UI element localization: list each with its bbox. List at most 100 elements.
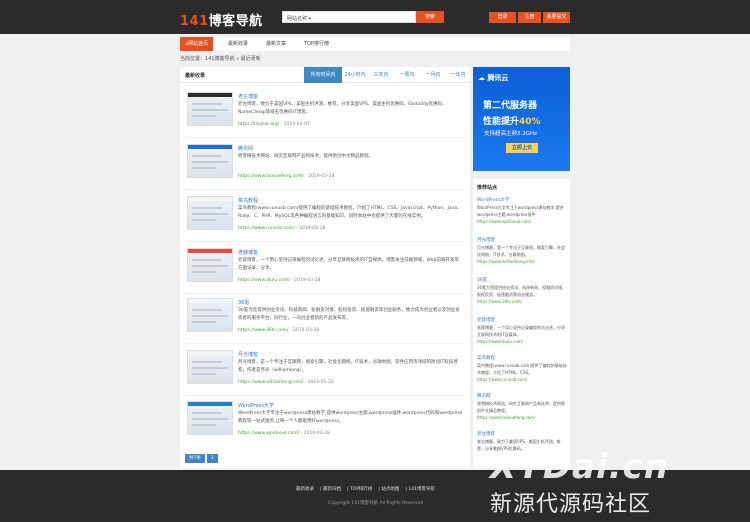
item-url[interactable]: https://www.wpdaxue.com/ bbox=[238, 431, 299, 436]
side-item: 老薛博客老薛博客，一个用心坚持记录编程的试论述，分享互联网技术的IT自媒体。 ht… bbox=[477, 317, 567, 344]
ad-subheadline: 性能提升40% bbox=[483, 114, 541, 127]
search-input[interactable]: 网站名称 ▾ bbox=[282, 11, 416, 23]
item-title[interactable]: 菜鸟教程 bbox=[238, 197, 258, 204]
side-item-title[interactable]: 老左博客 bbox=[477, 431, 567, 437]
divider bbox=[185, 395, 465, 396]
item-title[interactable]: 老薛博客 bbox=[238, 249, 258, 256]
item-date: - 2019-03-28 bbox=[300, 431, 330, 436]
side-item-title[interactable]: 36氪 bbox=[477, 277, 567, 283]
item-url[interactable]: https://www.ibulu.com/ bbox=[238, 278, 290, 283]
side-item-title[interactable]: 老薛博客 bbox=[477, 317, 567, 323]
item-title[interactable]: 老左博客 bbox=[238, 93, 258, 100]
side-item-desc: 菜鸟教程(www.runoob.com)提供了编程的基础技术教程，介绍了HTML… bbox=[477, 363, 567, 375]
ad-highlight: 40% bbox=[519, 117, 541, 127]
top-header: 141博客导航 网站名称 ▾ 搜索 登录 注册 我要提交 bbox=[0, 0, 750, 34]
side-item-title[interactable]: WordPress大学 bbox=[477, 197, 567, 203]
item-date: - 2019-03-28 bbox=[304, 380, 334, 385]
site-thumbnail[interactable] bbox=[187, 401, 233, 435]
tab-all-time[interactable]: 所有时间内 bbox=[304, 67, 342, 83]
item-url[interactable]: https://www.36kr.com/ bbox=[238, 328, 289, 333]
item-description: WordPress大学专注于wordpress建站教学,提供wordpress主… bbox=[238, 411, 463, 424]
divider bbox=[185, 137, 465, 138]
item-title[interactable]: WordPress大学 bbox=[238, 402, 274, 409]
divider bbox=[185, 343, 465, 344]
tab-24h[interactable]: 24小时内 bbox=[342, 67, 368, 83]
watermark-title: 新源代源码社区 bbox=[490, 492, 652, 517]
item-url[interactable]: https://www.williamlong.info/ bbox=[238, 380, 303, 385]
divider bbox=[185, 189, 465, 190]
side-item-title[interactable]: 月光博客 bbox=[477, 237, 567, 243]
item-date: - 2019-03-28 bbox=[291, 278, 321, 283]
footer-link-top[interactable]: TOP排行榜 bbox=[350, 487, 373, 492]
watermark-domain: XYDai.cn bbox=[490, 447, 669, 487]
side-item: 菜鸟教程菜鸟教程(www.runoob.com)提供了编程的基础技术教程，介绍了… bbox=[477, 355, 567, 382]
login-button[interactable]: 登录 bbox=[489, 12, 516, 23]
side-item-desc: WordPress大学专注于wordpress建站教学,提供wordpress主… bbox=[477, 205, 564, 217]
main-nav: ⌂网站首页 最新收录 最新文章 TOP排行榜 bbox=[180, 37, 570, 51]
tab-month[interactable]: 一月内 bbox=[420, 67, 446, 83]
site-thumbnail[interactable] bbox=[187, 248, 233, 282]
page-total: 共7条 bbox=[185, 454, 205, 463]
side-item-url[interactable]: https://www.laoxuefeng.com/ bbox=[477, 415, 567, 420]
site-thumbnail[interactable] bbox=[187, 144, 233, 178]
side-item-desc: 老薛博客，一个用心坚持记录编程的试论述，分享互联网技术的IT自媒体。 bbox=[477, 325, 565, 337]
submit-site-button[interactable]: 我要提交 bbox=[543, 12, 570, 23]
side-item-url[interactable]: https://www.runoob.com/ bbox=[477, 377, 567, 382]
item-description: 月光博客，是一个专注于互联网，搜索引擎，社会化网络，IT技术，谷歌地图，软件应用… bbox=[238, 360, 458, 373]
side-item-url[interactable]: https://www.williamlong.info/ bbox=[477, 259, 567, 264]
item-url[interactable]: https://www.runoob.com/ bbox=[238, 226, 295, 231]
side-item-url[interactable]: https://www.ibulu.com/ bbox=[477, 339, 567, 344]
item-title[interactable]: 腾讯网 bbox=[238, 145, 253, 152]
item-description: 老左博客，致力于美国VPS、美国主机评测，推荐，分享美国VPS、美国主机优惠码、… bbox=[238, 102, 447, 115]
footer-link-sitemap[interactable]: 站点地图 bbox=[381, 487, 399, 492]
divider bbox=[185, 293, 465, 294]
item-title[interactable]: 36氪 bbox=[238, 299, 249, 306]
nav-item-articles[interactable]: 最新文章 bbox=[266, 37, 286, 51]
register-button[interactable]: 注册 bbox=[518, 12, 541, 23]
site-thumbnail[interactable] bbox=[187, 298, 233, 332]
footer-link-archive[interactable]: 最新归档 bbox=[323, 487, 341, 492]
footer-link-latest[interactable]: 最新收录 bbox=[296, 487, 314, 492]
search-button[interactable]: 搜索 bbox=[416, 11, 444, 23]
side-item-url[interactable]: https://www.36kr.com/ bbox=[477, 299, 567, 304]
pagination: 共7条 1 bbox=[185, 454, 220, 463]
tab-week[interactable]: 一周内 bbox=[394, 67, 420, 83]
side-item-url[interactable]: https://www.wpdaxue.com/ bbox=[477, 219, 567, 224]
copyright: Copyright 141博客导航 All Rights Reserved bbox=[328, 501, 424, 506]
nav-item-home[interactable]: ⌂网站首页 bbox=[180, 37, 214, 51]
ad-tagline: 支持超高主频3.2GHz bbox=[484, 131, 538, 137]
side-item-title[interactable]: 菜鸟教程 bbox=[477, 355, 567, 361]
cloud-icon: ☁ bbox=[478, 74, 485, 82]
logo-text: 博客导航 bbox=[208, 14, 263, 29]
page-number[interactable]: 1 bbox=[206, 454, 218, 463]
ad-brand: ☁ 腾讯云 bbox=[478, 73, 508, 83]
item-date: - 2019-04-01 bbox=[280, 122, 310, 127]
item-url[interactable]: https://www.laoxuefeng.com/ bbox=[238, 174, 304, 179]
item-description: 菜鸟教程(www.runoob.com)提供了编程的基础技术教程，介绍了HTML… bbox=[238, 206, 462, 219]
tencent-cloud-ad[interactable]: ☁ 腾讯云 第二代服务器 性能提升40% 支持超高主频3.2GHz 立即上云 bbox=[473, 67, 570, 171]
item-date: - 2019-03-28 bbox=[305, 174, 335, 179]
site-thumbnail[interactable] bbox=[187, 92, 233, 126]
item-title[interactable]: 月光博客 bbox=[238, 351, 258, 358]
side-item-desc: 月光博客，是一个专注于互联网，搜索引擎，社会化网络，IT技术，谷歌地图。 bbox=[477, 245, 565, 257]
item-url[interactable]: https://laozuo.org/ bbox=[238, 122, 279, 127]
side-item: 腾讯网 原雪梅技术网站，研究互联网产品和技术，提供原创中文精品教程。 https:/… bbox=[477, 393, 567, 420]
site-logo[interactable]: 141博客导航 bbox=[180, 10, 263, 29]
ad-headline: 第二代服务器 bbox=[483, 101, 538, 111]
panel-header: 最新收录 所有时间内 24小时内 三天内 一周内 一月内 一年内 bbox=[180, 67, 470, 83]
footer-link-home[interactable]: 141博客导航 bbox=[408, 487, 435, 492]
site-thumbnail[interactable] bbox=[187, 196, 233, 230]
ad-cta-button[interactable]: 立即上云 bbox=[506, 143, 538, 153]
item-description: 原雪梅技术网站，研究互联网产品和技术，提供原创中文精品教程。 bbox=[238, 154, 373, 159]
tab-year[interactable]: 一年内 bbox=[446, 67, 470, 83]
item-description: 老薛博客，一个用心坚持记录编程的试论述，分享互联网技术的IT自媒体，博客关注前端… bbox=[238, 258, 459, 271]
nav-item-top[interactable]: TOP排行榜 bbox=[304, 37, 329, 51]
tab-3days[interactable]: 三天内 bbox=[368, 67, 394, 83]
logo-number: 141 bbox=[180, 14, 209, 29]
item-date: - 2019-03-28 bbox=[296, 226, 326, 231]
nav-item-latest[interactable]: 最新收录 bbox=[228, 37, 248, 51]
site-thumbnail[interactable] bbox=[187, 350, 233, 384]
side-item-title[interactable]: 腾讯网 bbox=[477, 393, 567, 399]
item-description: 36氪为您提供创业资讯、科技新闻、投融资对接、股权投资、极速融资等创业服务，致力… bbox=[238, 308, 460, 321]
divider bbox=[185, 241, 465, 242]
